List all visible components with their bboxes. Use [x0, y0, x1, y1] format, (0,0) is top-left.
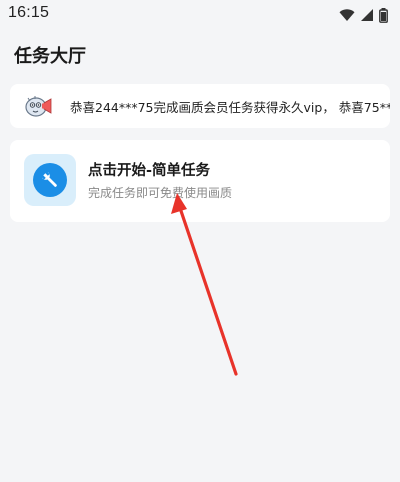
battery-icon [379, 7, 388, 23]
notice-text: 恭喜244***75完成画质会员任务获得永久vip， 恭喜75***41完成画质… [70, 100, 390, 115]
task-subtitle: 完成任务即可免费使用画质 [88, 186, 233, 200]
page-title: 任务大厅 [14, 46, 86, 67]
status-icons [339, 7, 388, 23]
notice-marquee: 恭喜244***75完成画质会员任务获得永久vip， 恭喜75***41完成画质… [60, 84, 390, 128]
wifi-icon [339, 9, 355, 21]
task-card-simple[interactable]: 点击开始-简单任务 完成任务即可免费使用画质 [10, 140, 390, 222]
signal-icon [361, 9, 373, 21]
task-icon-box [24, 154, 76, 206]
annotation-arrow [171, 193, 238, 376]
status-time: 16:15 [8, 4, 50, 21]
task-title: 点击开始-简单任务 [88, 163, 211, 179]
notice-card: 恭喜244***75完成画质会员任务获得永久vip， 恭喜75***41完成画质… [10, 84, 390, 128]
wrench-icon [41, 171, 57, 187]
megaphone-mascot-icon [25, 96, 52, 117]
task-icon-circle [33, 163, 67, 197]
status-bar: 16:15 [0, 0, 400, 30]
